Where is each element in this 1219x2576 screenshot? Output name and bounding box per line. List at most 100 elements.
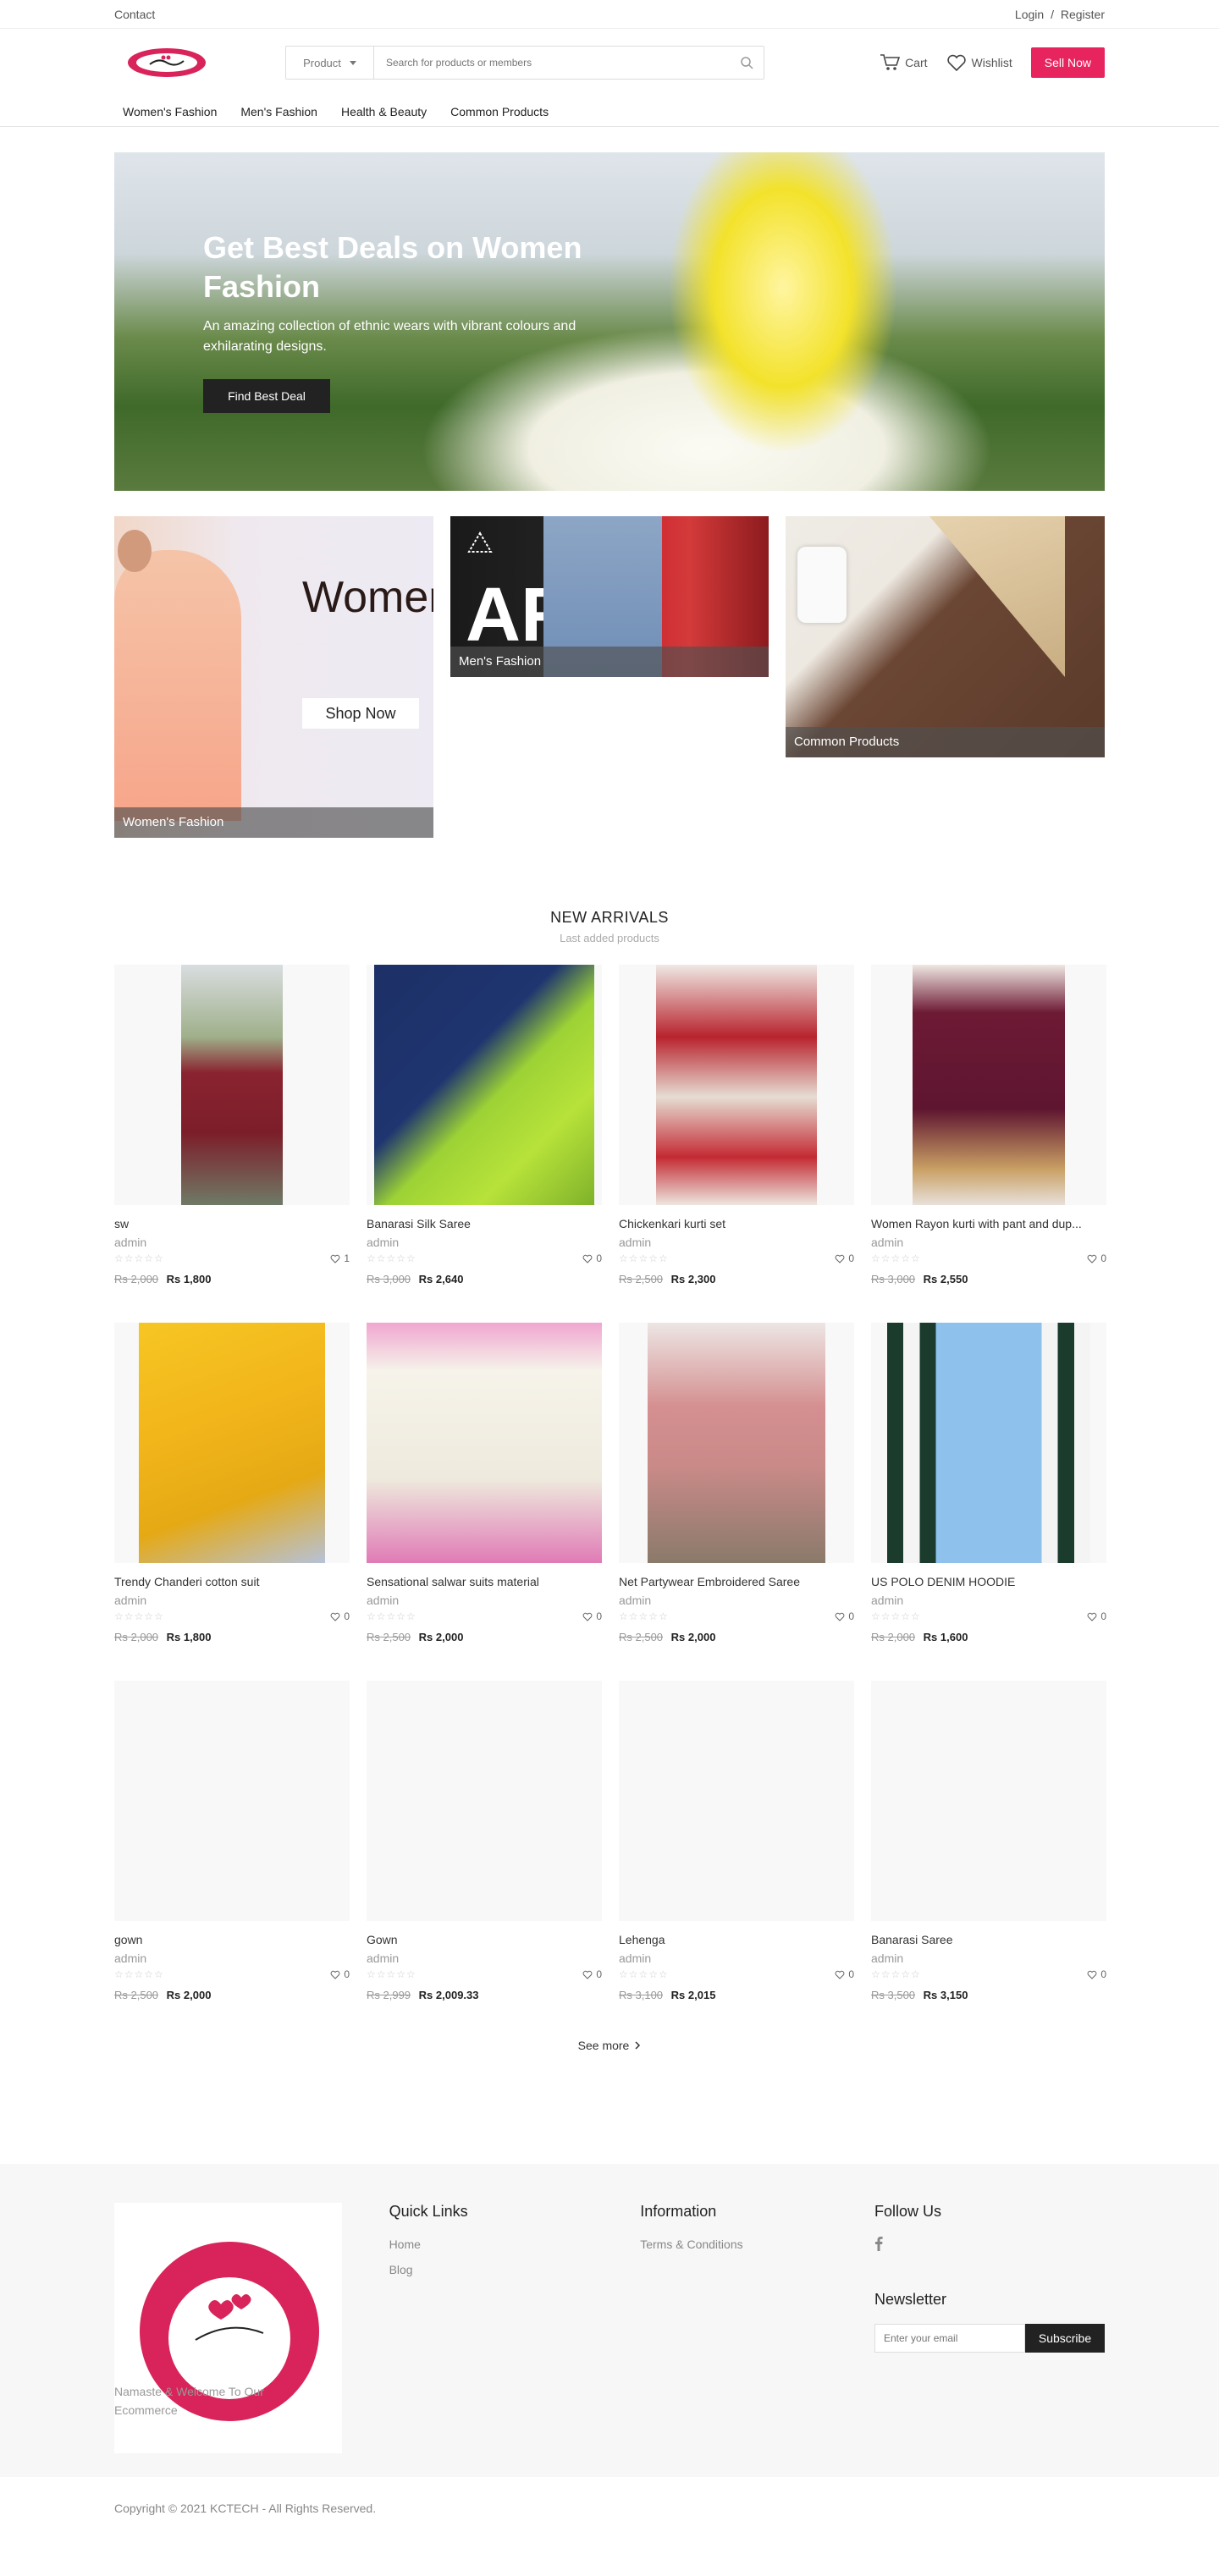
product-seller[interactable]: admin — [114, 1593, 350, 1607]
newsletter-email-input[interactable] — [874, 2324, 1025, 2353]
product-seller[interactable]: admin — [367, 1236, 602, 1249]
nav-item-womens-fashion[interactable]: Women's Fashion — [123, 105, 217, 118]
product-image[interactable] — [367, 1323, 602, 1563]
product-seller[interactable]: admin — [114, 1951, 350, 1965]
product-card[interactable]: Women Rayon kurti with pant and dup... a… — [871, 965, 1106, 1285]
product-title[interactable]: gown — [114, 1933, 350, 1946]
like-button[interactable]: 0 — [582, 1610, 602, 1622]
product-seller[interactable]: admin — [871, 1951, 1106, 1965]
product-image-frame[interactable] — [367, 1323, 602, 1563]
product-image-frame[interactable] — [114, 1681, 350, 1921]
product-card[interactable]: Banarasi Saree admin ☆☆☆☆☆ 0 Rs 3,500 Rs… — [871, 1681, 1106, 2001]
like-button[interactable]: 0 — [1087, 1610, 1106, 1622]
product-image-frame[interactable] — [871, 1323, 1106, 1563]
shop-now-button[interactable]: Shop Now — [302, 698, 419, 729]
product-seller[interactable]: admin — [871, 1236, 1106, 1249]
product-title[interactable]: Sensational salwar suits material — [367, 1575, 602, 1588]
product-card[interactable]: sw admin ☆☆☆☆☆ 1 Rs 2,000 Rs 1,800 — [114, 965, 350, 1285]
product-seller[interactable]: admin — [367, 1951, 602, 1965]
like-button[interactable]: 0 — [582, 1252, 602, 1264]
wishlist-button[interactable]: Wishlist — [946, 53, 1012, 72]
product-card[interactable]: Sensational salwar suits material admin … — [367, 1323, 602, 1643]
search-icon[interactable] — [730, 47, 764, 79]
category-card-mens-fashion[interactable]: AR Men's Fashion — [450, 516, 769, 677]
product-seller[interactable]: admin — [619, 1236, 854, 1249]
like-button[interactable]: 0 — [330, 1610, 350, 1622]
product-title[interactable]: sw — [114, 1217, 350, 1230]
product-image[interactable] — [374, 965, 594, 1205]
category-card-womens-fashion[interactable]: Women Collec Shop Now Women's Fashion — [114, 516, 433, 838]
product-title[interactable]: Women Rayon kurti with pant and dup... — [871, 1217, 1106, 1230]
find-best-deal-button[interactable]: Find Best Deal — [203, 379, 330, 413]
search-input[interactable] — [374, 47, 730, 79]
see-more-link[interactable]: See more — [114, 2039, 1105, 2052]
product-seller[interactable]: admin — [619, 1593, 854, 1607]
product-card[interactable]: US POLO DENIM HOODIE admin ☆☆☆☆☆ 0 Rs 2,… — [871, 1323, 1106, 1643]
heart-icon — [582, 1612, 593, 1621]
like-button[interactable]: 0 — [835, 1252, 854, 1264]
like-button[interactable]: 0 — [835, 1968, 854, 1980]
product-image[interactable] — [656, 965, 817, 1205]
product-seller[interactable]: admin — [871, 1593, 1106, 1607]
product-image[interactable] — [887, 1323, 1090, 1563]
product-grid: sw admin ☆☆☆☆☆ 1 Rs 2,000 Rs 1,800 Banar… — [114, 965, 1106, 2001]
category-card-common-products[interactable]: Common Products — [786, 516, 1105, 757]
nav-item-health-beauty[interactable]: Health & Beauty — [341, 105, 427, 118]
product-image-frame[interactable] — [367, 965, 602, 1205]
footer-link-terms[interactable]: Terms & Conditions — [640, 2237, 742, 2251]
product-image-frame[interactable] — [114, 965, 350, 1205]
product-image-frame[interactable] — [619, 965, 854, 1205]
product-title[interactable]: Net Partywear Embroidered Saree — [619, 1575, 854, 1588]
product-title[interactable]: Trendy Chanderi cotton suit — [114, 1575, 350, 1588]
product-card[interactable]: Net Partywear Embroidered Saree admin ☆☆… — [619, 1323, 854, 1643]
product-card[interactable]: gown admin ☆☆☆☆☆ 0 Rs 2,500 Rs 2,000 — [114, 1681, 350, 2001]
like-button[interactable]: 0 — [835, 1610, 854, 1622]
product-price: Rs 2,500 Rs 2,000 — [367, 1631, 602, 1643]
product-seller[interactable]: admin — [619, 1951, 854, 1965]
sell-now-button[interactable]: Sell Now — [1030, 47, 1105, 78]
footer-link-home[interactable]: Home — [389, 2237, 421, 2251]
product-title[interactable]: Gown — [367, 1933, 602, 1946]
nav-item-mens-fashion[interactable]: Men's Fashion — [240, 105, 317, 118]
footer-link-blog[interactable]: Blog — [389, 2263, 413, 2276]
facebook-icon[interactable] — [874, 2236, 883, 2254]
product-image-frame[interactable] — [871, 1681, 1106, 1921]
site-logo[interactable] — [119, 41, 214, 84]
cart-button[interactable]: Cart — [880, 53, 928, 72]
rating-stars: ☆☆☆☆☆ — [871, 1610, 921, 1622]
like-button[interactable]: 0 — [330, 1968, 350, 1980]
product-seller[interactable]: admin — [367, 1593, 602, 1607]
product-image[interactable] — [648, 1323, 825, 1563]
product-title[interactable]: Banarasi Saree — [871, 1933, 1106, 1946]
product-image-frame[interactable] — [619, 1323, 854, 1563]
product-card[interactable]: Trendy Chanderi cotton suit admin ☆☆☆☆☆ … — [114, 1323, 350, 1643]
like-button[interactable]: 0 — [1087, 1252, 1106, 1264]
like-button[interactable]: 0 — [1087, 1968, 1106, 1980]
product-image-frame[interactable] — [619, 1681, 854, 1921]
product-seller[interactable]: admin — [114, 1236, 350, 1249]
product-title[interactable]: Chickenkari kurti set — [619, 1217, 854, 1230]
product-image-frame[interactable] — [114, 1323, 350, 1563]
heart-icon — [582, 1254, 593, 1263]
product-card[interactable]: Lehenga admin ☆☆☆☆☆ 0 Rs 3,100 Rs 2,015 — [619, 1681, 854, 2001]
search-category-select[interactable]: Product — [286, 47, 374, 79]
contact-link[interactable]: Contact — [114, 8, 155, 21]
like-button[interactable]: 0 — [582, 1968, 602, 1980]
register-link[interactable]: Register — [1061, 8, 1105, 21]
product-card[interactable]: Gown admin ☆☆☆☆☆ 0 Rs 2,999 Rs 2,009.33 — [367, 1681, 602, 2001]
product-image-frame[interactable] — [871, 965, 1106, 1205]
product-image[interactable] — [181, 965, 283, 1205]
product-card[interactable]: Chickenkari kurti set admin ☆☆☆☆☆ 0 Rs 2… — [619, 965, 854, 1285]
login-link[interactable]: Login — [1015, 8, 1044, 21]
subscribe-button[interactable]: Subscribe — [1025, 2324, 1105, 2353]
nav-item-common-products[interactable]: Common Products — [450, 105, 549, 118]
product-image-frame[interactable] — [367, 1681, 602, 1921]
product-title[interactable]: Banarasi Silk Saree — [367, 1217, 602, 1230]
product-image[interactable] — [139, 1323, 325, 1563]
product-card[interactable]: Banarasi Silk Saree admin ☆☆☆☆☆ 0 Rs 3,0… — [367, 965, 602, 1285]
like-button[interactable]: 1 — [330, 1252, 350, 1264]
product-title[interactable]: Lehenga — [619, 1933, 854, 1946]
footer-logo-block: Namaste & Welcome To Our Ecommerce — [114, 2203, 342, 2453]
product-title[interactable]: US POLO DENIM HOODIE — [871, 1575, 1106, 1588]
product-image[interactable] — [913, 965, 1065, 1205]
